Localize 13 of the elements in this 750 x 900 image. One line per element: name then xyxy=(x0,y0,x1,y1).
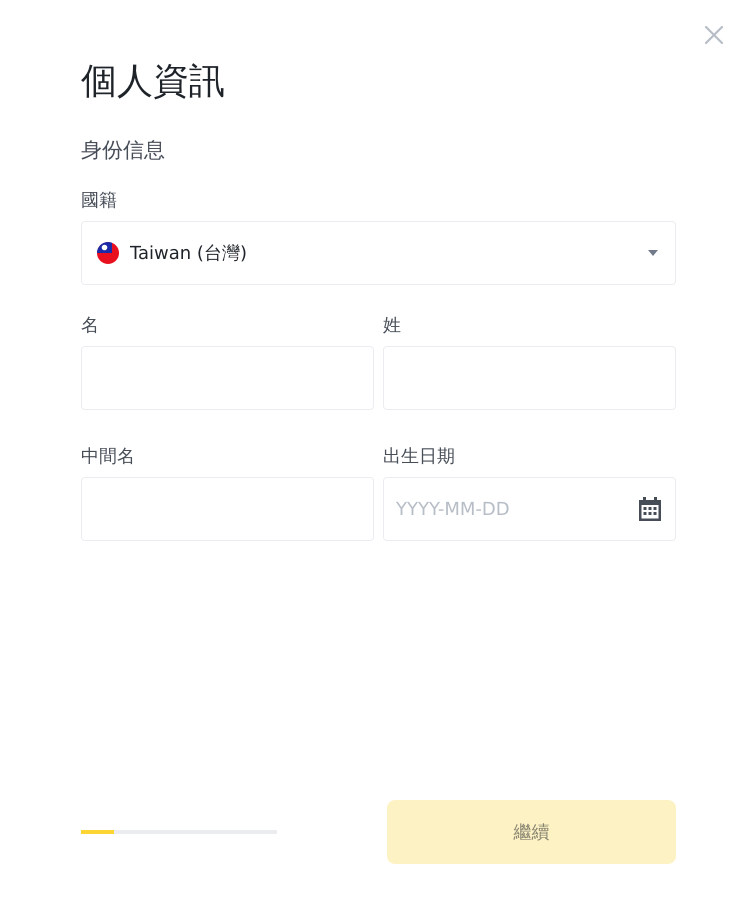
close-button[interactable] xyxy=(705,26,723,44)
field-label: 國籍 xyxy=(81,189,118,213)
field-label: 姓 xyxy=(383,314,402,338)
field-label: 名 xyxy=(81,314,100,338)
calendar-icon[interactable] xyxy=(639,497,661,521)
dialog-title: 個人資訊 xyxy=(81,60,226,104)
field-label: 出生日期 xyxy=(383,445,456,469)
field-label: 中間名 xyxy=(81,445,136,469)
date-input-field[interactable]: YYYY-MM-DD xyxy=(383,477,676,541)
section-title: 身份信息 xyxy=(81,137,166,164)
flag-icon xyxy=(97,242,119,264)
nationality-select[interactable]: Taiwan (台灣) xyxy=(81,221,676,285)
caret-icon xyxy=(648,250,658,256)
